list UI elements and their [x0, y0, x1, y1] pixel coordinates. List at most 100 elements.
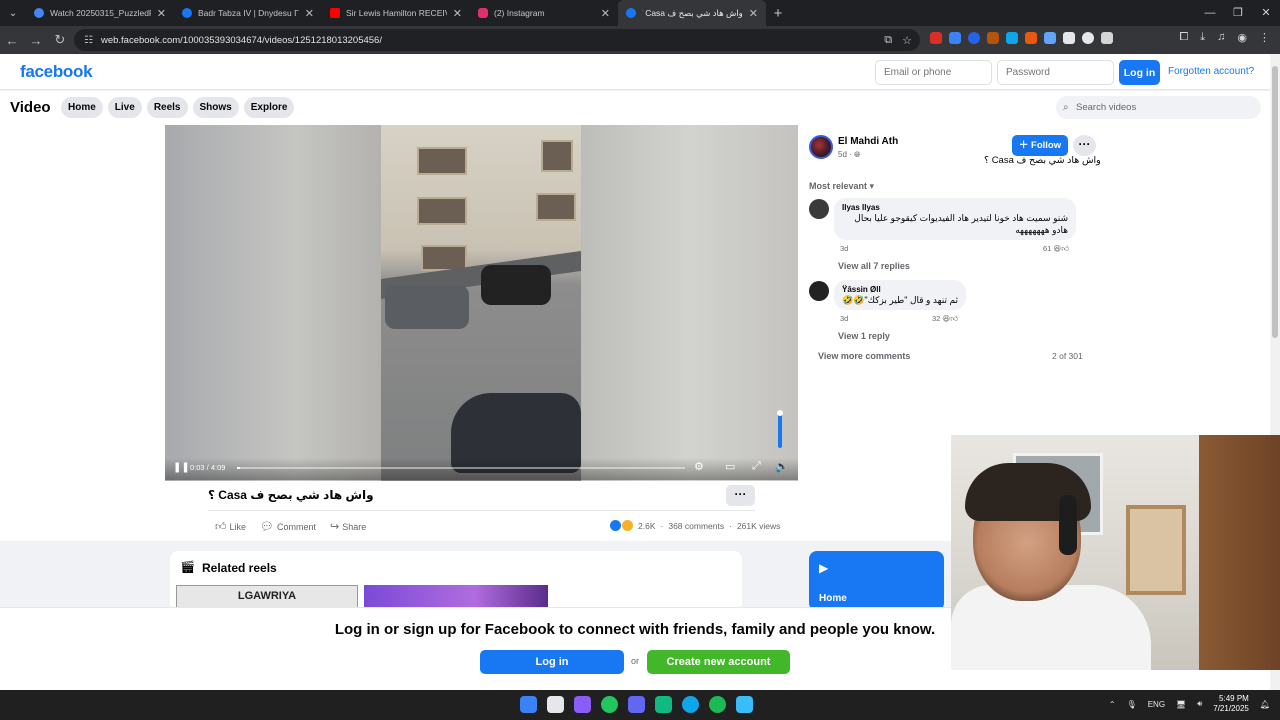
tab-list-icon[interactable]: ⌄ — [0, 0, 26, 26]
media-controls-icon[interactable]: ♫ — [1217, 31, 1225, 44]
taskbar-app-icon[interactable] — [655, 696, 672, 713]
extension-icon[interactable] — [987, 32, 999, 44]
create-account-button[interactable]: Create new account — [647, 650, 790, 674]
download-icon[interactable]: ⤓ — [1200, 31, 1205, 44]
header-login-button[interactable]: Log in — [1119, 60, 1160, 85]
password-field[interactable] — [997, 60, 1114, 85]
bookmark-star-icon[interactable]: ☆ — [902, 34, 912, 47]
settings-gear-icon[interactable]: ⚙ — [694, 460, 704, 473]
back-icon[interactable]: ← — [0, 33, 24, 48]
banner-login-button[interactable]: Log in — [480, 650, 624, 674]
comment-button[interactable]: 💬︎ Comment — [260, 520, 316, 533]
facebook-logo[interactable]: facebook — [20, 62, 93, 82]
home-side-card[interactable]: ▶ Home — [809, 551, 944, 611]
browser-tab-4[interactable]: (2) Instagram ✕ — [470, 0, 618, 26]
view-replies-link[interactable]: View 1 reply — [838, 331, 890, 341]
commenter-name[interactable]: Ilyas Ilyas — [842, 203, 1068, 212]
comment-count[interactable]: 368 comments — [668, 521, 724, 531]
notification-bell-icon[interactable]: 🔔︎ — [1260, 700, 1270, 709]
extension-icon[interactable] — [1063, 32, 1075, 44]
language-indicator[interactable]: ENG — [1148, 700, 1165, 709]
close-tab-icon[interactable]: ✕ — [157, 7, 166, 20]
forgotten-account-link[interactable]: Forgotten account? — [1168, 66, 1254, 77]
like-button[interactable]: 👍︎ Like — [215, 520, 246, 533]
comment-reactions[interactable]: 32 😆👍︎ — [932, 314, 958, 324]
taskbar-app-icon[interactable] — [682, 696, 699, 713]
close-tab-icon[interactable]: ✕ — [601, 7, 610, 20]
nav-pill-live[interactable]: Live — [107, 97, 142, 118]
pause-icon[interactable]: ❚❚ — [173, 462, 190, 473]
nav-pill-home[interactable]: Home — [61, 97, 103, 118]
spotify-icon[interactable] — [709, 696, 726, 713]
close-tab-icon[interactable]: ✕ — [749, 7, 758, 20]
reel-thumbnail[interactable] — [364, 585, 548, 609]
menu-kebab-icon[interactable]: ⋮ — [1259, 31, 1270, 44]
reel-thumbnail[interactable]: LGAWRIYA — [176, 585, 358, 609]
video-player[interactable] — [165, 125, 798, 481]
search-videos-input[interactable]: ⌕ Search videos — [1056, 96, 1261, 119]
commenter-avatar[interactable] — [809, 281, 829, 301]
nav-pill-reels[interactable]: Reels — [146, 97, 188, 118]
extension-icon[interactable] — [1082, 32, 1094, 44]
new-tab-icon[interactable]: + — [766, 5, 790, 22]
network-icon[interactable]: 🖥︎ — [1176, 700, 1186, 709]
author-avatar[interactable] — [809, 135, 833, 159]
extension-icon[interactable] — [949, 32, 961, 44]
volume-slider[interactable] — [778, 412, 782, 448]
comment-sort-dropdown[interactable]: Most relevant ▾ — [809, 181, 874, 192]
view-replies-link[interactable]: View all 7 replies — [838, 261, 910, 271]
close-tab-icon[interactable]: ✕ — [453, 7, 462, 20]
profile-avatar-icon[interactable]: ◉ — [1237, 31, 1247, 44]
extension-icon[interactable] — [1044, 32, 1056, 44]
browser-tab-3[interactable]: Sir Lewis Hamilton RECEIVES K ✕ — [322, 0, 470, 26]
taskbar-app-icon[interactable] — [547, 696, 564, 713]
chrome-icon[interactable] — [601, 696, 618, 713]
volume-slider-knob[interactable] — [777, 410, 783, 416]
start-windows-icon[interactable] — [520, 696, 537, 713]
maximize-icon[interactable]: ❐ — [1224, 0, 1252, 26]
author-more-button[interactable]: ··· — [1073, 135, 1096, 156]
extensions-puzzle-icon[interactable]: ⧠ — [1179, 31, 1188, 44]
clock[interactable]: 5:49 PM 7/21/2025 — [1213, 694, 1249, 714]
extension-icon[interactable] — [1006, 32, 1018, 44]
site-info-icon[interactable]: ☷ — [84, 35, 93, 46]
forward-icon[interactable]: → — [24, 33, 48, 48]
minimize-icon[interactable]: — — [1196, 0, 1224, 26]
nav-pill-explore[interactable]: Explore — [243, 97, 295, 118]
install-icon[interactable]: ⧉ — [884, 34, 892, 47]
browser-tab-1[interactable]: Watch 20250315_PuzzledPerfe ✕ — [26, 0, 174, 26]
email-field[interactable] — [875, 60, 992, 85]
commenter-name[interactable]: Ÿâssin Øll — [842, 285, 958, 294]
taskbar-app-icon[interactable] — [574, 696, 591, 713]
author-name[interactable]: El Mahdi Ath — [838, 136, 898, 147]
video-progress-bar[interactable] — [237, 467, 685, 469]
share-button[interactable]: ↪ Share — [330, 520, 366, 533]
nav-pill-shows[interactable]: Shows — [192, 97, 239, 118]
commenter-avatar[interactable] — [809, 199, 829, 219]
fullscreen-icon[interactable]: ⤢ — [752, 460, 761, 473]
taskbar-app-icon[interactable] — [736, 696, 753, 713]
extension-icon[interactable] — [1101, 32, 1113, 44]
post-more-button[interactable]: ··· — [726, 485, 755, 506]
reload-icon[interactable]: ↻ — [48, 32, 72, 48]
comment-time[interactable]: 3d — [840, 244, 848, 253]
mic-icon[interactable]: 🎙︎ — [1127, 700, 1137, 709]
tray-chevron-icon[interactable]: ⌃ — [1109, 700, 1116, 709]
view-more-comments-link[interactable]: View more comments — [818, 351, 910, 361]
comment-time[interactable]: 3d — [840, 314, 848, 323]
comment-reactions[interactable]: 61 😆👍︎ — [1043, 244, 1069, 254]
browser-tab-5-active[interactable]: واش هاد شي بصح ف Casa ؟ ✕ — [618, 0, 766, 26]
close-window-icon[interactable]: ✕ — [1252, 0, 1280, 26]
extension-icon[interactable] — [930, 32, 942, 44]
volume-icon[interactable]: 🔈 — [775, 460, 789, 473]
browser-tab-2[interactable]: Badr Tabza IV | Dnydesu Γ| Fa ✕ — [174, 0, 322, 26]
close-tab-icon[interactable]: ✕ — [305, 7, 314, 20]
captions-icon[interactable]: ▭ — [725, 460, 735, 473]
follow-button[interactable]: ＋ Follow — [1012, 135, 1068, 156]
extension-icon[interactable] — [1025, 32, 1037, 44]
discord-icon[interactable] — [628, 696, 645, 713]
speaker-icon[interactable]: 🔊︎ — [1197, 699, 1202, 709]
extension-icon[interactable] — [968, 32, 980, 44]
reaction-count[interactable]: 2.6K — [638, 521, 656, 531]
address-bar[interactable]: ☷ web.facebook.com/100035393034674/video… — [74, 29, 920, 51]
